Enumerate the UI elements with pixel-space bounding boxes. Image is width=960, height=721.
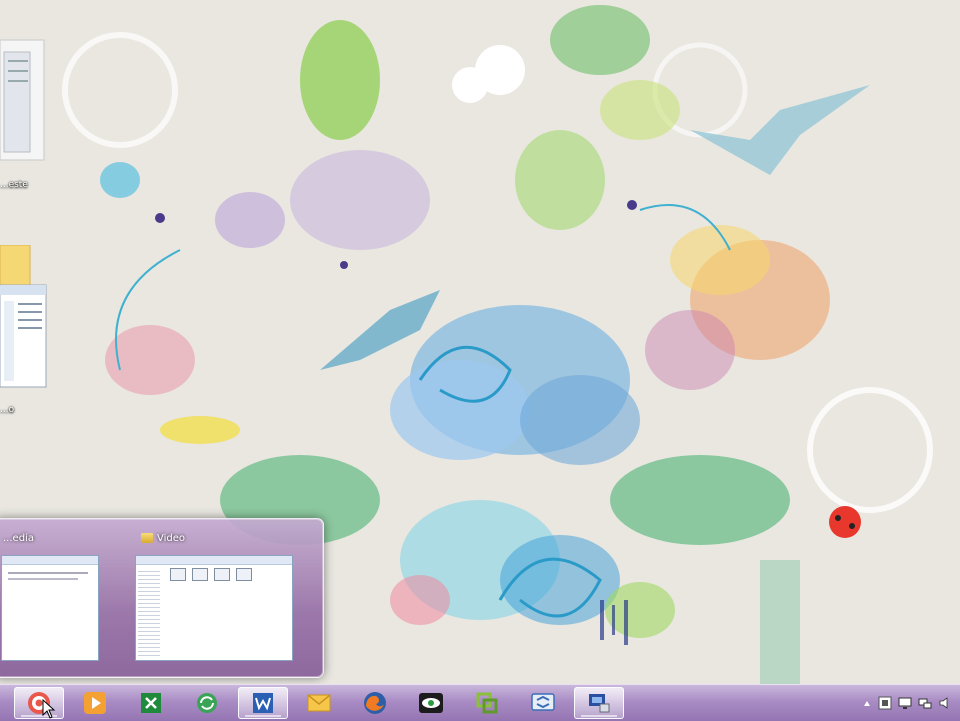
taskbar-button-word[interactable]: [238, 687, 288, 719]
window-preview: [1, 555, 99, 661]
remote-icon: [531, 693, 555, 711]
thumbnail-window-video[interactable]: Video: [135, 527, 293, 669]
network-status-icon[interactable]: [918, 696, 932, 710]
sync-icon: [197, 693, 217, 713]
show-hidden-icon[interactable]: [862, 696, 872, 710]
taskbar-button-sync[interactable]: [182, 687, 232, 719]
thumbnail-title: Video: [157, 533, 186, 544]
taskbar-button-network[interactable]: [574, 687, 624, 719]
mouse-cursor-icon: [42, 699, 56, 719]
desktop-icon-label: ...este: [0, 180, 28, 190]
play-icon: [84, 692, 106, 714]
firefox-icon: [364, 692, 386, 714]
taskbar-thumbnail-popup: ...edia Video: [0, 518, 324, 678]
taskbar-button-outlook[interactable]: [294, 687, 344, 719]
volume-icon[interactable]: [938, 696, 952, 710]
window-preview: [135, 555, 293, 661]
thumbnail-window-media[interactable]: ...edia: [0, 527, 99, 669]
taskbar: [0, 684, 960, 721]
taskbar-button-eye[interactable]: [406, 687, 456, 719]
documents-folder-icon: [0, 39, 45, 161]
folder-icon: [141, 533, 153, 543]
desktop-icon-documents[interactable]: ...este: [0, 30, 60, 200]
taskbar-button-firefox[interactable]: [350, 687, 400, 719]
taskbar-button-media-player[interactable]: [70, 687, 120, 719]
taskbar-button-excel[interactable]: [126, 687, 176, 719]
desktop-icon-label: ...o: [0, 405, 15, 415]
system-tray: [862, 694, 952, 712]
taskbar-button-target[interactable]: [14, 687, 64, 719]
explorer-folder-icon: [0, 244, 47, 388]
mail-icon: [307, 694, 331, 712]
tray-app-icon[interactable]: [878, 696, 892, 710]
thumbnail-title: ...edia: [3, 533, 34, 544]
word-icon: [253, 693, 273, 713]
taskbar-button-remote[interactable]: [518, 687, 568, 719]
tray-display-icon[interactable]: [898, 696, 912, 710]
network-icon: [589, 694, 610, 713]
desktop-icon-explorer[interactable]: ...o: [0, 244, 60, 425]
taskbar-button-vmware[interactable]: [462, 687, 512, 719]
eye-icon: [419, 693, 443, 713]
vmware-icon: [476, 692, 498, 714]
excel-icon: [141, 693, 161, 713]
